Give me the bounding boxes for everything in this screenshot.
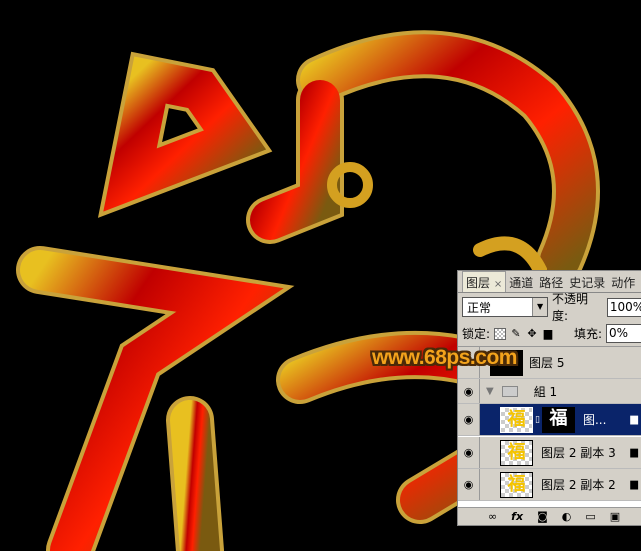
lock-icon: ▆ — [630, 479, 638, 490]
lock-label: 锁定: — [462, 327, 491, 341]
layer-thumbnail: 福 — [500, 471, 533, 498]
layer-row[interactable]: ◉ 福 图层 2 副本 2 ▆ — [458, 469, 641, 501]
group-row[interactable]: ◉ ▼ 組 1 — [458, 379, 641, 404]
lock-icon[interactable]: ▆ — [542, 327, 554, 340]
expand-triangle-icon[interactable]: ▼ — [486, 386, 494, 397]
folder-icon — [501, 385, 518, 397]
fill-input[interactable]: 0% — [606, 324, 641, 343]
layers-list: 图层 5 ◉ ▼ 組 1 ◉ 福 ▯ 福 图... ▆ ◉ 福 图层 2 副本 … — [458, 347, 641, 507]
adjustment-icon[interactable]: ◐ — [562, 510, 572, 523]
eye-icon[interactable]: ◉ — [458, 379, 480, 403]
link-icon: ▯ — [535, 414, 540, 425]
layer-row-selected[interactable]: ◉ 福 ▯ 福 图... ▆ — [458, 404, 641, 436]
layer-name: 图层 5 — [529, 356, 565, 370]
fx-icon[interactable]: fx — [511, 510, 523, 523]
lock-icon: ▆ — [630, 414, 638, 425]
brush-icon[interactable]: ✎ — [510, 327, 522, 340]
link-icon[interactable]: ∞ — [488, 510, 497, 523]
tab-paths[interactable]: 路径 — [536, 272, 566, 292]
blend-mode-select[interactable]: 正常 ▼ — [462, 297, 549, 317]
layer-row[interactable]: ◉ 福 图层 2 副本 3 ▆ — [458, 437, 641, 469]
panel-toolbar: ∞ fx ◙ ◐ ▭ ▣ — [458, 507, 641, 525]
close-icon[interactable]: × — [494, 279, 502, 290]
panel-tabs: 图层 × 通道 路径 史记录 动作 — [458, 271, 641, 293]
eye-icon[interactable]: ◉ — [458, 437, 480, 468]
layer-name: 图... — [582, 413, 607, 427]
tab-actions[interactable]: 动作 — [608, 272, 638, 292]
layer-thumbnail: 福 — [500, 406, 533, 433]
fill-label: 填充: — [573, 327, 603, 341]
lock-icon: ▆ — [630, 447, 638, 458]
opacity-label: 不透明度: — [552, 292, 589, 323]
watermark: www.68ps.com — [372, 346, 517, 369]
eye-icon[interactable]: ◉ — [458, 469, 480, 500]
layer-thumbnail: 福 — [500, 439, 533, 466]
new-layer-icon[interactable]: ▣ — [610, 510, 620, 523]
folder-icon[interactable]: ▭ — [585, 510, 595, 523]
layer-name: 图层 2 副本 2 — [541, 478, 616, 492]
mask-thumbnail: 福 — [541, 406, 575, 433]
chevron-down-icon[interactable]: ▼ — [532, 298, 548, 316]
blend-mode-value: 正常 — [467, 300, 492, 315]
lock-transparency-icon[interactable] — [494, 327, 507, 340]
layer-name: 組 1 — [533, 384, 558, 399]
opacity-input[interactable]: 100% — [606, 297, 641, 317]
tab-layers[interactable]: 图层 × — [462, 271, 507, 292]
layers-panel: 图层 × 通道 路径 史记录 动作 正常 ▼ 不透明度: 100% 锁定: ✎ ✥… — [457, 270, 641, 526]
eye-icon[interactable]: ◉ — [458, 404, 480, 435]
tab-history[interactable]: 史记录 — [566, 272, 608, 292]
tab-channels[interactable]: 通道 — [506, 272, 536, 292]
tab-label: 图层 — [466, 276, 491, 290]
layer-name: 图层 2 副本 3 — [541, 446, 616, 460]
move-icon[interactable]: ✥ — [526, 327, 538, 340]
mask-icon[interactable]: ◙ — [537, 510, 548, 523]
